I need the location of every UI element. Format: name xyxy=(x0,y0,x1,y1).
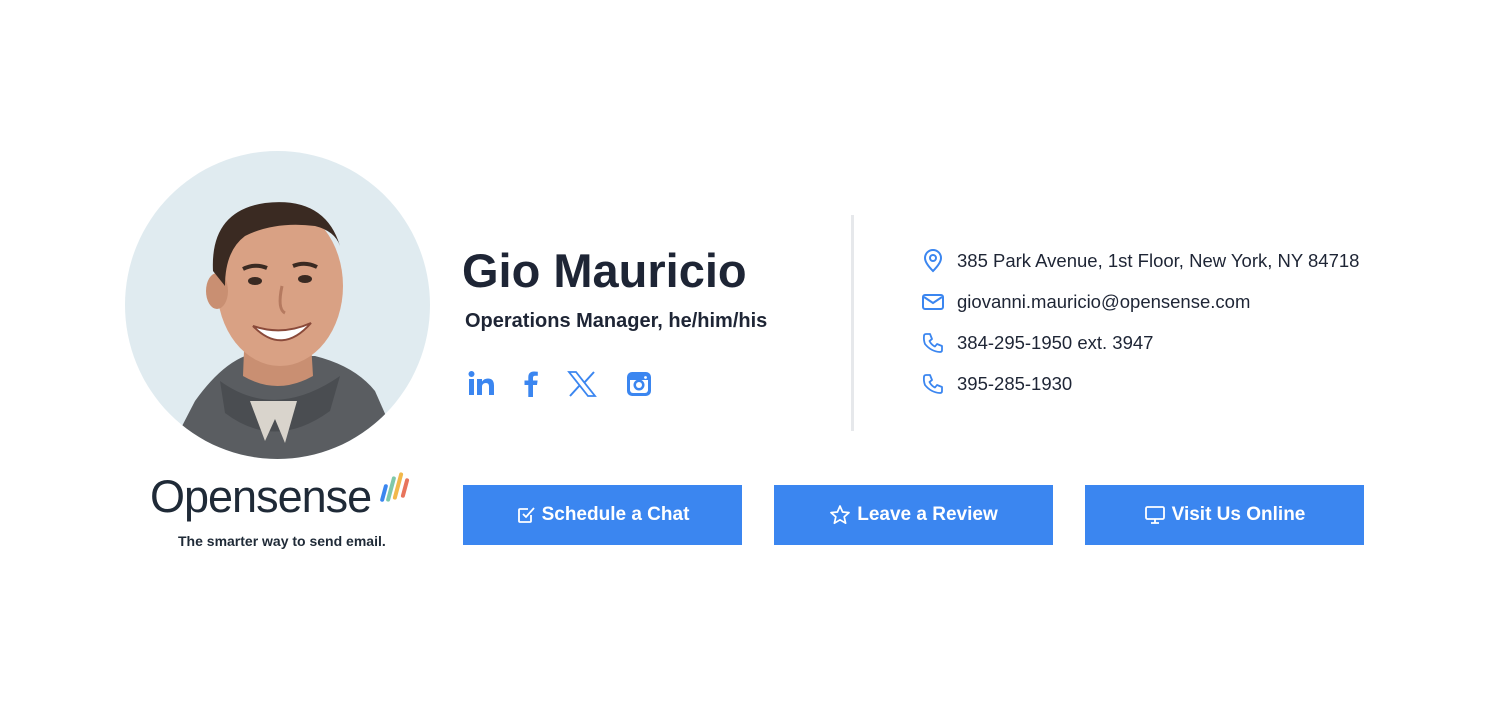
office-phone-text[interactable]: 384-295-1950 ext. 3947 xyxy=(957,332,1153,354)
monitor-icon xyxy=(1144,504,1166,526)
facebook-icon xyxy=(524,371,538,397)
vertical-divider xyxy=(851,215,854,431)
linkedin-icon xyxy=(468,371,494,395)
visit-online-button[interactable]: Visit Us Online xyxy=(1085,485,1364,545)
email-link[interactable]: giovanni.mauricio@opensense.com xyxy=(957,291,1250,313)
x-twitter-link[interactable] xyxy=(567,368,597,400)
mail-icon xyxy=(920,289,946,315)
checkbox-icon xyxy=(516,505,536,525)
profile-photo xyxy=(165,202,405,459)
schedule-chat-button[interactable]: Schedule a Chat xyxy=(463,485,742,545)
facebook-link[interactable] xyxy=(516,368,546,400)
mobile-phone-text[interactable]: 395-285-1930 xyxy=(957,373,1072,395)
person-title: Operations Manager, he/him/his xyxy=(465,310,768,332)
mobile-phone-row[interactable]: 395-285-1930 xyxy=(920,371,1072,397)
phone-icon xyxy=(920,330,946,356)
address-row: 385 Park Avenue, 1st Floor, New York, NY… xyxy=(920,248,1359,274)
address-text: 385 Park Avenue, 1st Floor, New York, NY… xyxy=(957,250,1360,271)
email-row[interactable]: giovanni.mauricio@opensense.com xyxy=(920,289,1250,315)
visit-online-label: Visit Us Online xyxy=(1171,504,1306,525)
person-name: Gio Mauricio xyxy=(462,244,747,297)
logo-bars-icon xyxy=(380,472,410,502)
logo-wordmark: Opensense xyxy=(150,471,372,522)
leave-review-button[interactable]: Leave a Review xyxy=(774,485,1053,545)
office-phone-row[interactable]: 384-295-1950 ext. 3947 xyxy=(920,330,1153,356)
avatar xyxy=(125,151,430,459)
linkedin-link[interactable] xyxy=(466,368,496,400)
instagram-icon xyxy=(627,372,651,396)
leave-review-label: Leave a Review xyxy=(857,504,998,525)
email-signature: Opensense The smarter way to send email.… xyxy=(0,0,1511,708)
phone-icon xyxy=(920,371,946,397)
star-icon xyxy=(829,504,851,526)
instagram-link[interactable] xyxy=(624,368,654,400)
logo-tagline: The smarter way to send email. xyxy=(178,533,386,549)
location-pin-icon xyxy=(920,248,946,274)
schedule-chat-label: Schedule a Chat xyxy=(541,504,690,525)
x-twitter-icon xyxy=(567,371,597,397)
